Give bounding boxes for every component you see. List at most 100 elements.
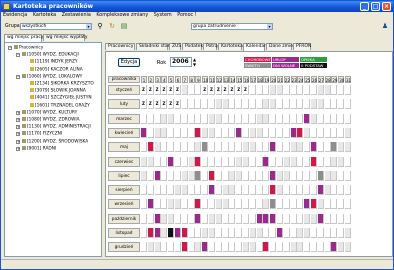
day-cell[interactable] <box>243 242 249 253</box>
day-cell[interactable] <box>263 199 270 210</box>
day-cell[interactable] <box>188 199 195 210</box>
close-button[interactable]: × <box>382 2 391 11</box>
day-cell[interactable] <box>270 228 277 238</box>
expand-icon[interactable]: − <box>16 74 20 79</box>
day-cell[interactable] <box>229 170 236 181</box>
day-cell[interactable] <box>188 142 195 153</box>
day-cell[interactable] <box>263 85 270 95</box>
day-cell[interactable] <box>168 185 175 196</box>
day-cell[interactable] <box>304 99 311 110</box>
day-cell[interactable] <box>236 213 243 224</box>
day-cell[interactable] <box>263 185 270 196</box>
day-cell[interactable] <box>345 85 351 95</box>
day-cell[interactable] <box>141 185 147 196</box>
menu-kartoteka[interactable]: Kartoteka <box>31 12 58 20</box>
day-cell[interactable] <box>229 185 236 196</box>
minimize-button[interactable]: _ <box>360 2 369 11</box>
day-cell[interactable] <box>181 127 188 138</box>
maximize-button[interactable]: □ <box>371 2 380 11</box>
expand-icon[interactable]: + <box>16 110 20 115</box>
day-cell[interactable] <box>263 213 270 224</box>
day-cell[interactable] <box>236 156 243 167</box>
day-cell[interactable] <box>195 142 202 153</box>
day-cell[interactable] <box>283 170 290 181</box>
day-cell[interactable] <box>154 156 161 167</box>
day-cell[interactable] <box>195 228 202 238</box>
day-cell[interactable] <box>222 156 229 167</box>
day-cell[interactable] <box>202 170 209 181</box>
day-cell[interactable] <box>283 127 290 138</box>
day-cell[interactable] <box>311 213 317 224</box>
day-cell[interactable] <box>168 199 175 210</box>
day-cell[interactable] <box>161 127 168 138</box>
day-cell[interactable] <box>188 170 195 181</box>
day-cell[interactable]: Z <box>243 85 249 95</box>
day-cell[interactable] <box>195 199 202 210</box>
day-cell[interactable] <box>243 199 249 210</box>
day-cell[interactable] <box>283 199 290 210</box>
day-cell[interactable] <box>181 228 188 238</box>
tree-item[interactable]: [1060] WYDZ. LOKALOWY <box>22 73 82 80</box>
day-cell[interactable] <box>229 127 236 138</box>
day-cell[interactable] <box>222 142 229 153</box>
day-cell[interactable] <box>175 199 181 210</box>
day-cell[interactable] <box>202 142 209 153</box>
day-cell[interactable] <box>331 199 338 210</box>
tree-item[interactable]: [3079] SŁOWIK JOANNA <box>30 88 86 94</box>
day-cell[interactable]: Z <box>161 99 168 110</box>
day-cell[interactable]: Z <box>141 99 147 110</box>
tree-item[interactable]: [1050] WYDZ. EDUKACJI <box>22 52 79 58</box>
day-cell[interactable] <box>297 99 304 110</box>
day-cell[interactable] <box>317 142 324 153</box>
tree-item[interactable]: [1601] TRZNADEL GRAŻY <box>30 102 90 109</box>
day-cell[interactable] <box>324 99 331 110</box>
day-cell[interactable] <box>290 156 297 167</box>
tab-miejsca-pracy[interactable]: wg miejsc pracy <box>4 34 43 42</box>
day-cell[interactable]: Z <box>168 99 175 110</box>
day-cell[interactable] <box>283 99 290 110</box>
day-cell[interactable] <box>161 213 168 224</box>
day-cell[interactable] <box>297 85 304 95</box>
expand-icon[interactable]: + <box>16 118 20 122</box>
tree-item[interactable]: [1170] FIZYCZNI <box>22 131 62 137</box>
day-cell[interactable] <box>195 242 202 253</box>
day-cell[interactable] <box>297 170 304 181</box>
day-cell[interactable] <box>304 113 311 124</box>
day-cell[interactable] <box>290 213 297 224</box>
document-icon[interactable]: ▤ <box>120 22 128 30</box>
expand-icon[interactable]: + <box>16 132 20 137</box>
day-cell[interactable] <box>195 170 202 181</box>
day-cell[interactable]: Z <box>202 85 209 95</box>
day-cell[interactable] <box>338 156 345 167</box>
day-cell[interactable] <box>304 170 311 181</box>
day-cell[interactable] <box>147 156 154 167</box>
day-cell[interactable] <box>188 113 195 124</box>
day-cell[interactable] <box>215 113 222 124</box>
day-cell[interactable] <box>331 242 338 253</box>
day-cell[interactable] <box>141 113 147 124</box>
day-cell[interactable] <box>229 99 236 110</box>
day-cell[interactable] <box>141 228 147 238</box>
day-cell[interactable] <box>249 170 256 181</box>
day-cell[interactable] <box>175 228 181 238</box>
day-cell[interactable] <box>229 242 236 253</box>
day-cell[interactable] <box>338 127 345 138</box>
day-cell[interactable] <box>290 170 297 181</box>
day-cell[interactable] <box>297 242 304 253</box>
day-cell[interactable] <box>283 228 290 238</box>
day-cell[interactable] <box>195 113 202 124</box>
day-cell[interactable] <box>277 228 283 238</box>
day-cell[interactable] <box>263 127 270 138</box>
tree-item[interactable]: [1119] INDYK JERZY <box>30 59 78 65</box>
day-cell[interactable] <box>324 156 331 167</box>
day-cell[interactable]: Z <box>154 85 161 95</box>
day-cell[interactable] <box>324 213 331 224</box>
day-cell[interactable] <box>338 213 345 224</box>
user-icon[interactable]: ♟ <box>381 22 389 30</box>
day-cell[interactable] <box>249 127 256 138</box>
day-cell[interactable] <box>277 213 283 224</box>
day-cell[interactable] <box>304 228 311 238</box>
day-cell[interactable] <box>256 228 263 238</box>
day-cell[interactable] <box>311 142 317 153</box>
day-cell[interactable] <box>175 242 181 253</box>
